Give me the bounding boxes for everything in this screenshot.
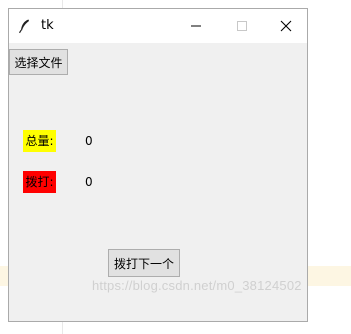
close-icon [280,20,292,32]
total-label: 总量: [23,130,56,152]
choose-file-button[interactable]: 选择文件 [9,49,68,75]
close-button[interactable] [263,9,309,43]
watermark-text: https://blog.csdn.net/m0_38124502 [92,278,302,293]
maximize-button[interactable] [219,9,265,43]
tk-window: tk 选择文件 总量: 0 拨打: 0 拨打下一个 [8,8,308,322]
minimize-button[interactable] [173,9,219,43]
title-bar[interactable]: tk [9,9,307,43]
window-title: tk [41,18,54,33]
total-value: 0 [85,134,93,148]
dialed-value: 0 [85,175,93,189]
minimize-icon [191,25,201,27]
dialed-label: 拨打: [23,171,56,193]
feather-icon [17,18,33,34]
maximize-icon [237,21,247,31]
dial-next-button[interactable]: 拨打下一个 [108,249,180,277]
